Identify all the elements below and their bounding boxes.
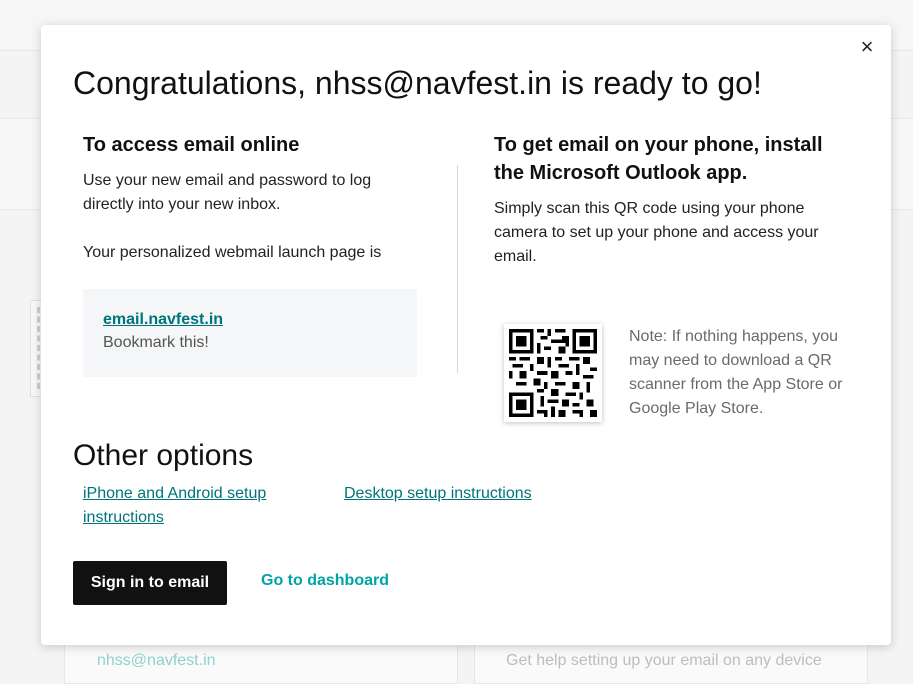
launch-page-text: Your personalized webmail launch page is (83, 244, 382, 261)
phone-setup-section: To get email on your phone, install the … (494, 131, 844, 422)
access-online-section: To access email online Use your new emai… (83, 131, 423, 377)
background-email-link: nhss@navfest.in (97, 652, 216, 669)
access-online-heading: To access email online (83, 134, 300, 156)
background-help-text: Get help setting up your email on any de… (506, 652, 822, 669)
bookmark-hint: Bookmark this! (103, 334, 209, 351)
qr-code-icon (509, 329, 597, 417)
phone-setup-heading: To get email on your phone, install the … (494, 134, 823, 184)
launch-page-box: email.navfest.in Bookmark this! (83, 289, 417, 377)
other-options-title: Other options (73, 439, 254, 472)
modal-title: Congratulations, nhss@navfest.in is read… (73, 65, 762, 101)
sign-in-button[interactable]: Sign in to email (73, 561, 227, 605)
webmail-launch-link[interactable]: email.navfest.in (103, 309, 223, 331)
setup-complete-modal: × Congratulations, nhss@navfest.in is re… (41, 25, 891, 645)
go-to-dashboard-link[interactable]: Go to dashboard (261, 572, 389, 590)
phone-setup-text: Simply scan this QR code using your phon… (494, 200, 819, 265)
iphone-android-setup-link[interactable]: iPhone and Android setup instructions (83, 482, 303, 530)
qr-code (504, 324, 602, 422)
qr-note: Note: If nothing happens, you may need t… (629, 328, 843, 417)
access-online-text: Use your new email and password to log d… (83, 172, 372, 213)
desktop-setup-link[interactable]: Desktop setup instructions (344, 482, 532, 506)
close-icon[interactable]: × (857, 36, 877, 58)
column-divider (457, 165, 458, 373)
